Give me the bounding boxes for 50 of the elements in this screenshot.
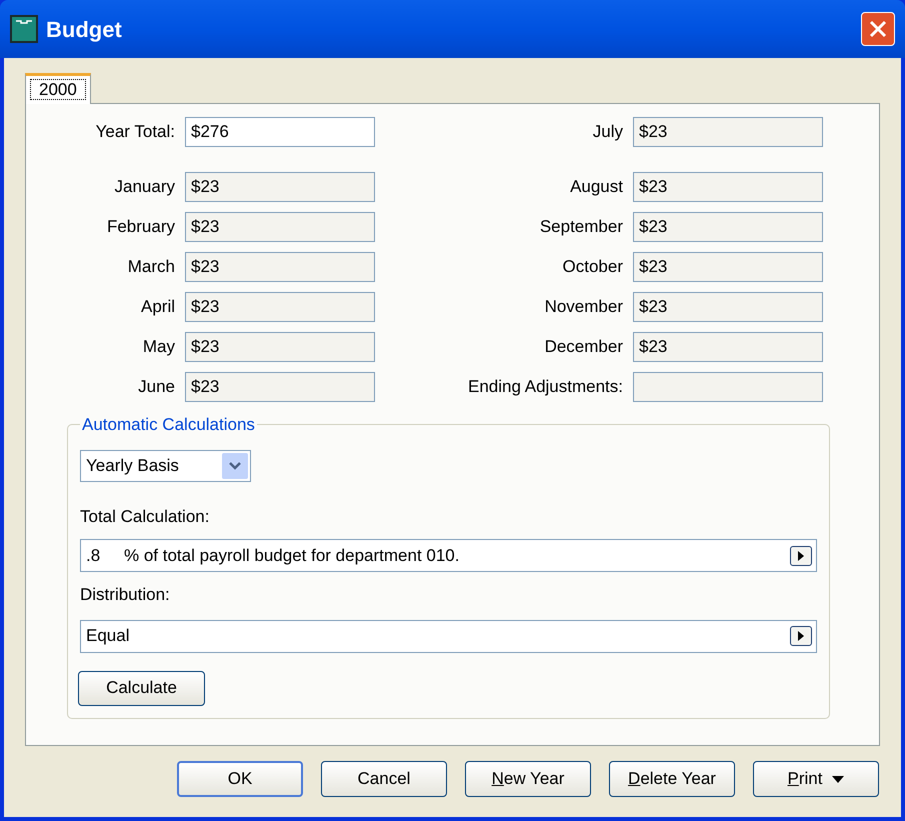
text-field[interactable]: $23 (185, 252, 375, 282)
close-icon (868, 19, 888, 39)
window-title: Budget (46, 16, 122, 44)
field-label: December (544, 336, 623, 358)
calculate-button[interactable]: Calculate (78, 670, 205, 706)
book-icon (10, 15, 38, 43)
field-label: Year Total: (94, 121, 175, 144)
dialog-button[interactable]: Print (753, 761, 879, 797)
group-title: Automatic Calculations (81, 414, 256, 436)
arrow-button[interactable] (790, 626, 812, 646)
arrow-right-icon (797, 550, 805, 560)
arrow-right-icon (797, 631, 805, 641)
field-label: February (106, 216, 175, 238)
field-label: November (544, 296, 623, 318)
text-field[interactable]: $23 (633, 212, 823, 242)
text-field[interactable] (633, 372, 823, 402)
field-label: August (569, 176, 623, 198)
text-field[interactable]: $23 (633, 117, 823, 147)
field-label: September (538, 216, 623, 238)
close-button[interactable] (861, 12, 895, 46)
text-field[interactable]: $23 (185, 212, 375, 242)
field-label: June (137, 376, 175, 398)
dialog-button[interactable]: New Year (465, 761, 591, 797)
text-field[interactable]: Equal (80, 620, 817, 652)
text-field[interactable]: .8 % of total payroll budget for department 010. (80, 539, 817, 572)
dropdown-triangle-icon (832, 776, 844, 782)
field-label: May (142, 336, 175, 358)
dialog-button[interactable]: Delete Year (609, 761, 735, 797)
field-label: October (562, 256, 623, 278)
text-field[interactable]: $23 (633, 292, 823, 322)
text-field[interactable]: $23 (185, 332, 375, 362)
field-label: Distribution: (80, 584, 171, 606)
text-field[interactable]: $23 (633, 252, 823, 282)
text-field[interactable]: $23 (185, 172, 375, 202)
text-field[interactable]: $23 (633, 332, 823, 362)
dropdown[interactable]: Yearly Basis (80, 450, 251, 482)
dialog-button[interactable]: OK (177, 761, 303, 797)
arrow-button[interactable] (790, 546, 812, 566)
text-field[interactable]: $276 (185, 117, 375, 147)
text-field[interactable]: $23 (185, 292, 375, 322)
text-field[interactable]: $23 (185, 372, 375, 402)
field-label: Ending Adjustments: (467, 376, 623, 398)
field-label: March (126, 256, 175, 278)
field-label: April (140, 296, 175, 318)
text-field[interactable]: $23 (633, 172, 823, 202)
tab[interactable]: 2000 (25, 73, 91, 104)
field-label: January (114, 176, 175, 198)
field-label: Total Calculation: (80, 506, 210, 528)
dialog-button[interactable]: Cancel (321, 761, 447, 797)
field-label: July (592, 121, 623, 144)
